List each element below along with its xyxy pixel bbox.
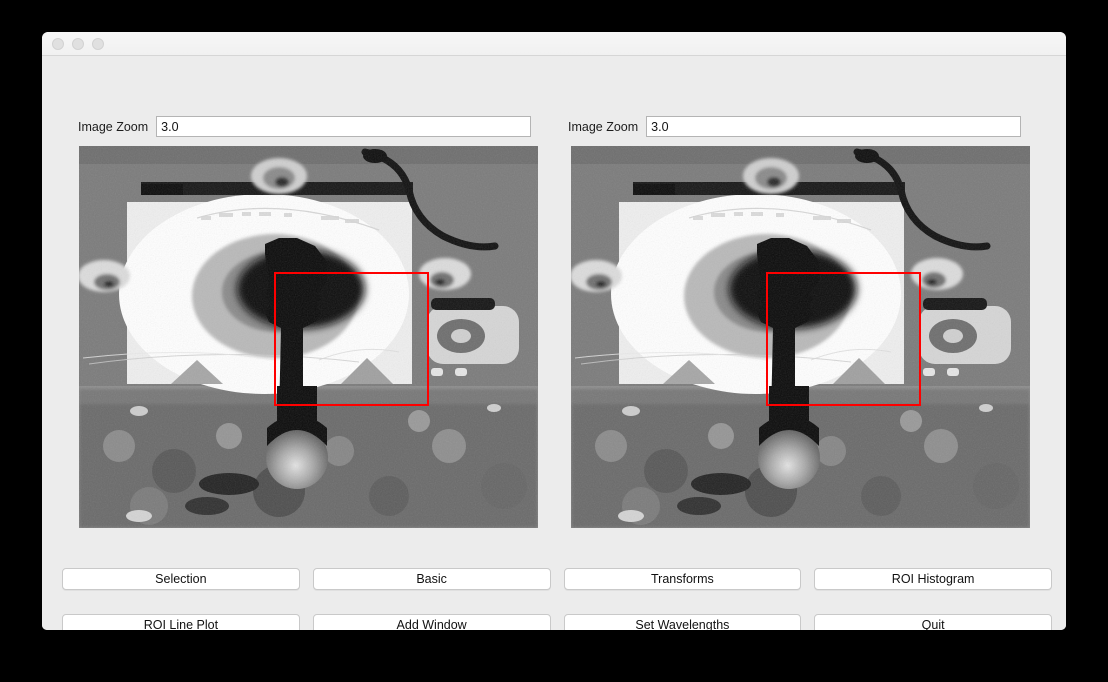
button-row-secondary: ROI Line Plot Add Window Set Wavelengths… <box>62 614 1052 630</box>
application-window: Image Zoom Image Zoom <box>42 32 1066 630</box>
roi-histogram-button[interactable]: ROI Histogram <box>814 568 1052 590</box>
image-zoom-label-right: Image Zoom <box>568 119 639 134</box>
close-button[interactable] <box>52 38 64 50</box>
zoom-control-right: Image Zoom <box>568 116 1022 137</box>
add-window-button[interactable]: Add Window <box>312 614 551 630</box>
button-row-primary: Selection Basic Transforms ROI Histogram <box>62 568 1052 590</box>
image-viewport-left[interactable] <box>79 146 538 528</box>
window-controls <box>52 32 104 56</box>
set-wavelengths-button[interactable]: Set Wavelengths <box>563 614 802 630</box>
image-zoom-label-left: Image Zoom <box>78 119 149 134</box>
maximize-button[interactable] <box>92 38 104 50</box>
zoom-control-left: Image Zoom <box>78 116 532 137</box>
title-bar[interactable] <box>42 32 1066 56</box>
quit-button[interactable]: Quit <box>814 614 1052 630</box>
calibration-target-image-right[interactable] <box>571 146 1030 528</box>
image-zoom-input-right[interactable] <box>646 116 1022 137</box>
window-body: Image Zoom Image Zoom <box>42 56 1066 630</box>
transforms-button[interactable]: Transforms <box>563 568 802 590</box>
minimize-button[interactable] <box>72 38 84 50</box>
selection-button[interactable]: Selection <box>62 568 300 590</box>
roi-line-plot-button[interactable]: ROI Line Plot <box>62 614 300 630</box>
image-zoom-input-left[interactable] <box>156 116 532 137</box>
calibration-target-image-left[interactable] <box>79 146 538 528</box>
image-viewport-right[interactable] <box>571 146 1030 528</box>
basic-button[interactable]: Basic <box>312 568 551 590</box>
